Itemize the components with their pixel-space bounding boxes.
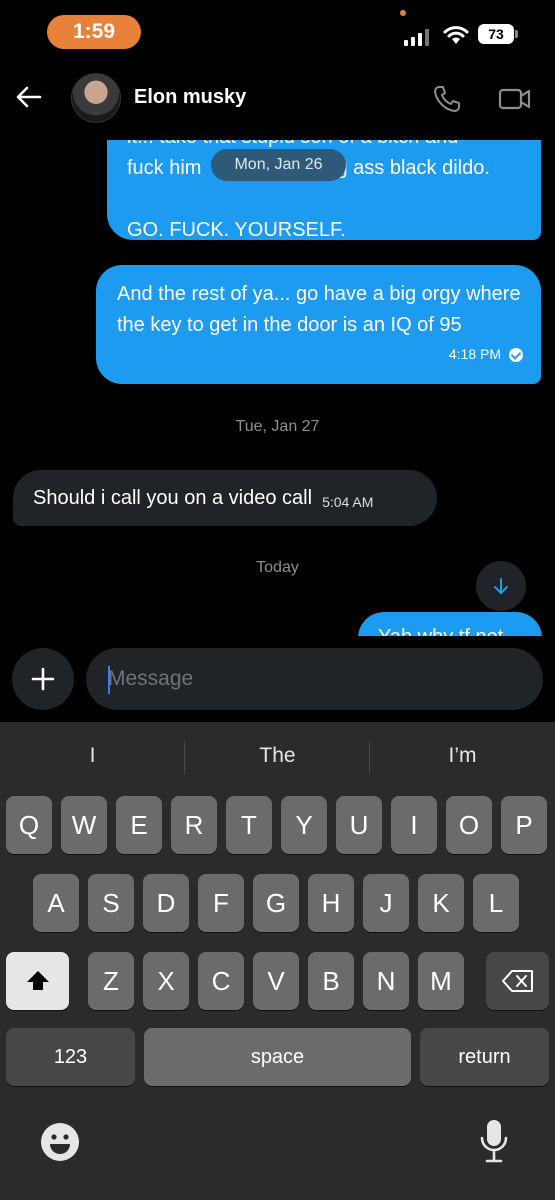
plus-icon xyxy=(31,667,55,691)
battery-icon: 73 xyxy=(478,24,514,44)
battery-tip xyxy=(515,30,518,38)
key-m[interactable]: M xyxy=(418,952,464,1010)
floating-date-pill: Mon, Jan 26 xyxy=(211,149,346,181)
status-time: 1:59 xyxy=(47,15,141,49)
conversation-header: Elon musky xyxy=(0,60,555,140)
message-time: 4:18 PM xyxy=(448,346,501,362)
key-o[interactable]: O xyxy=(446,796,492,854)
numbers-key[interactable]: 123 xyxy=(6,1028,135,1086)
key-i[interactable]: I xyxy=(391,796,437,854)
video-call-icon[interactable] xyxy=(498,86,532,112)
key-f[interactable]: F xyxy=(198,874,244,932)
key-h[interactable]: H xyxy=(308,874,354,932)
read-check-icon xyxy=(509,347,523,362)
space-key[interactable]: space xyxy=(144,1028,411,1086)
shift-key[interactable] xyxy=(6,952,69,1010)
key-t[interactable]: T xyxy=(226,796,272,854)
key-d[interactable]: D xyxy=(143,874,189,932)
key-c[interactable]: C xyxy=(198,952,244,1010)
delete-key[interactable] xyxy=(486,952,549,1010)
cellular-signal-icon xyxy=(404,28,429,46)
backspace-icon xyxy=(501,970,533,992)
message-text: And the rest of ya... go have a big orgy… xyxy=(117,283,521,336)
microphone-icon[interactable] xyxy=(478,1118,510,1166)
back-arrow-icon[interactable] xyxy=(14,82,44,112)
shift-icon xyxy=(26,971,49,990)
arrow-down-icon xyxy=(494,578,508,594)
message-time: 5:04 AM xyxy=(322,494,374,510)
outgoing-message[interactable]: And the rest of ya... go have a big orgy… xyxy=(96,265,541,384)
message-line: GO. FUCK. YOURSELF. xyxy=(127,219,346,241)
message-list[interactable]: it... take that stupid son of a bitch an… xyxy=(0,140,555,636)
key-x[interactable]: X xyxy=(143,952,189,1010)
key-w[interactable]: W xyxy=(61,796,107,854)
incoming-message[interactable]: Should i call you on a video call 5:04 A… xyxy=(13,470,437,526)
key-r[interactable]: R xyxy=(171,796,217,854)
add-attachment-button[interactable] xyxy=(12,648,74,710)
phone-call-icon[interactable] xyxy=(432,84,462,114)
text-caret xyxy=(108,666,110,694)
return-key[interactable]: return xyxy=(420,1028,549,1086)
emoji-icon[interactable] xyxy=(40,1122,80,1162)
contact-avatar[interactable] xyxy=(71,73,121,123)
key-u[interactable]: U xyxy=(336,796,382,854)
wifi-icon xyxy=(443,26,469,44)
message-composer xyxy=(0,636,555,722)
key-y[interactable]: Y xyxy=(281,796,327,854)
key-q[interactable]: Q xyxy=(6,796,52,854)
key-p[interactable]: P xyxy=(501,796,547,854)
key-z[interactable]: Z xyxy=(88,952,134,1010)
message-meta: 4:18 PM xyxy=(449,339,523,370)
scroll-to-bottom-button[interactable] xyxy=(476,561,526,611)
key-b[interactable]: B xyxy=(308,952,354,1010)
message-line xyxy=(127,184,521,215)
privacy-indicator xyxy=(400,10,406,16)
message-input[interactable] xyxy=(86,648,543,710)
key-e[interactable]: E xyxy=(116,796,162,854)
key-n[interactable]: N xyxy=(363,952,409,1010)
suggestion-3[interactable]: I’m xyxy=(370,744,555,768)
key-l[interactable]: L xyxy=(473,874,519,932)
suggestion-2[interactable]: The xyxy=(185,744,370,768)
message-text: Should i call you on a video call xyxy=(33,486,313,509)
outgoing-message-partial[interactable]: Yah why tf not xyxy=(358,612,542,636)
key-a[interactable]: A xyxy=(33,874,79,932)
key-g[interactable]: G xyxy=(253,874,299,932)
key-k[interactable]: K xyxy=(418,874,464,932)
suggestion-1[interactable]: I xyxy=(0,744,185,768)
keyboard: I The I’m Q W E R T Y U I O P A S D F G … xyxy=(0,722,555,1200)
date-separator: Tue, Jan 27 xyxy=(235,418,320,435)
key-v[interactable]: V xyxy=(253,952,299,1010)
key-s[interactable]: S xyxy=(88,874,134,932)
contact-name[interactable]: Elon musky xyxy=(134,86,246,109)
date-separator: Today xyxy=(256,559,299,576)
key-j[interactable]: J xyxy=(363,874,409,932)
